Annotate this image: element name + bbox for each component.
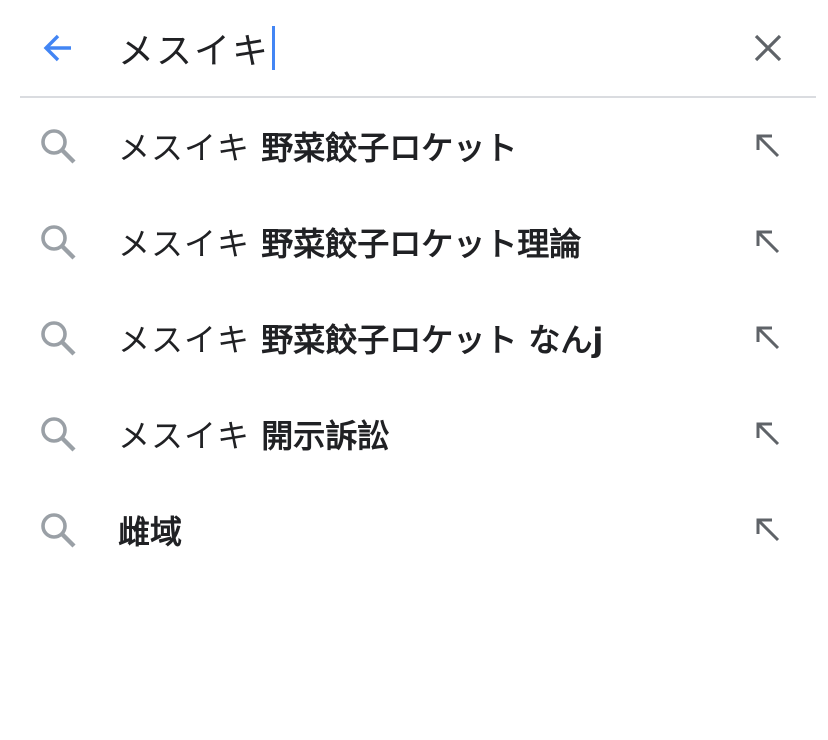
search-query-text: メスイキ (118, 31, 271, 72)
arrow-up-left-icon (756, 230, 780, 254)
arrow-up-left-icon (756, 518, 780, 542)
suggestion-text: メスイキ 野菜餃子ロケット理論 (118, 220, 581, 264)
text-caret (272, 26, 276, 70)
suggestion-item[interactable]: メスイキ 野菜餃子ロケット (0, 98, 828, 194)
arrow-up-left-icon (756, 134, 780, 158)
fill-query-button[interactable] (748, 510, 788, 550)
arrow-up-left-icon (756, 326, 780, 350)
search-input[interactable]: メスイキ (118, 22, 276, 74)
suggestion-text: メスイキ 野菜餃子ロケット なんj (118, 316, 603, 360)
suggestion-list: メスイキ 野菜餃子ロケット メスイキ 野菜餃子ロケット理論 メスイキ 野菜餃子ロ… (0, 98, 828, 578)
suggestion-prefix: メスイキ (118, 321, 262, 359)
suggestion-completion: 野菜餃子ロケット (261, 129, 518, 167)
suggestion-completion: 野菜餃子ロケット なんj (261, 321, 604, 359)
clear-button[interactable] (746, 26, 790, 70)
suggestion-prefix: メスイキ (118, 417, 262, 455)
search-icon (41, 513, 76, 548)
fill-query-button[interactable] (748, 126, 788, 166)
suggestion-completion: 野菜餃子ロケット理論 (261, 225, 582, 263)
back-button[interactable] (36, 26, 80, 70)
search-icon (41, 129, 76, 164)
suggestion-completion: 開示訴訟 (261, 417, 390, 455)
suggestion-prefix: メスイキ (118, 225, 262, 263)
suggestion-item[interactable]: 雌域 (0, 482, 828, 578)
arrow-up-left-icon (756, 422, 780, 446)
arrow-left-icon (43, 34, 71, 62)
suggestion-prefix: メスイキ (118, 129, 262, 167)
search-icon (41, 321, 76, 356)
search-bar: メスイキ (0, 0, 828, 97)
suggestion-text: 雌域 (118, 508, 182, 552)
suggestion-text: メスイキ 開示訴訟 (118, 412, 389, 456)
fill-query-button[interactable] (748, 414, 788, 454)
suggestion-completion: 雌域 (118, 513, 183, 551)
suggestion-text: メスイキ 野菜餃子ロケット (118, 124, 517, 168)
close-icon (754, 34, 782, 62)
search-icon (41, 417, 76, 452)
suggestion-item[interactable]: メスイキ 開示訴訟 (0, 386, 828, 482)
suggestion-item[interactable]: メスイキ 野菜餃子ロケット なんj (0, 290, 828, 386)
fill-query-button[interactable] (748, 318, 788, 358)
fill-query-button[interactable] (748, 222, 788, 262)
suggestion-item[interactable]: メスイキ 野菜餃子ロケット理論 (0, 194, 828, 290)
search-icon (41, 225, 76, 260)
